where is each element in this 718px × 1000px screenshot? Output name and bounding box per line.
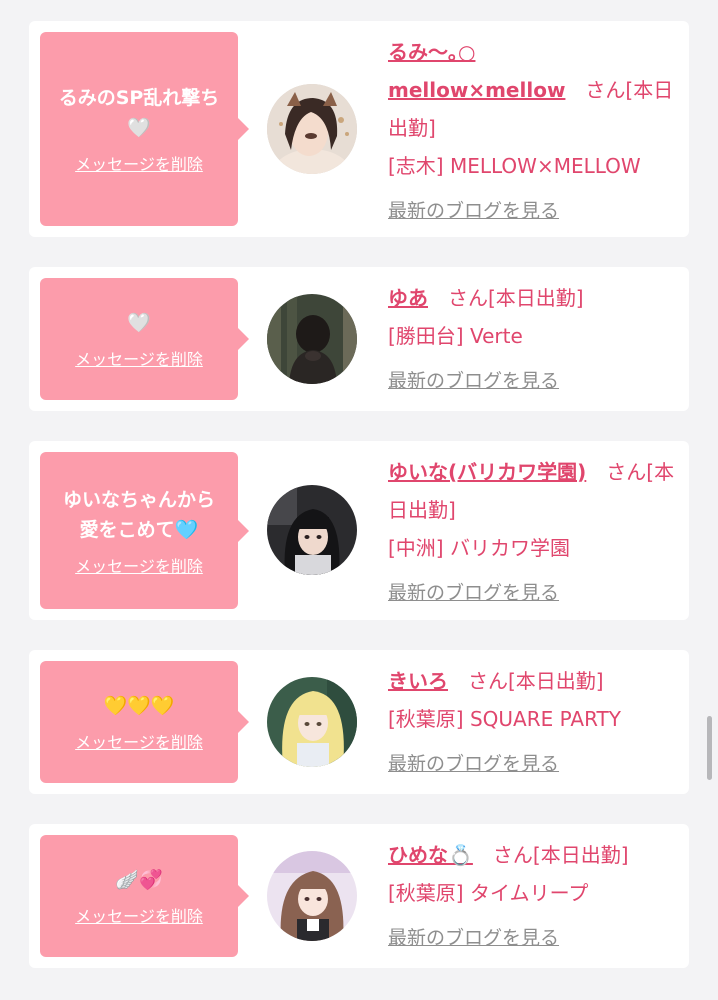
latest-blog-link[interactable]: 最新のブログを見る xyxy=(388,200,559,222)
message-bubble: るみのSP乱れ撃ち 🤍 メッセージを削除 xyxy=(40,32,249,226)
cast-info: ひめな💍 さん[本日出勤] [秋葉原] タイムリープ 最新のブログを見る xyxy=(388,836,678,957)
shop-name: [秋葉原] SQUARE PARTY xyxy=(388,707,621,731)
message-text: 💛💛💛 xyxy=(103,695,175,717)
avatar[interactable] xyxy=(267,851,357,941)
latest-blog-link[interactable]: 最新のブログを見る xyxy=(388,927,559,949)
cast-name-link[interactable]: ゆあ xyxy=(388,286,428,310)
list-item: るみのSP乱れ撃ち 🤍 メッセージを削除 るみ〜｡○ mellow×mellow… xyxy=(29,21,689,237)
delete-message-link[interactable]: メッセージを削除 xyxy=(75,346,203,370)
cast-name-link[interactable]: ゆいな(バリカワ学園) xyxy=(388,460,586,484)
shop-name: [秋葉原] タイムリープ xyxy=(388,881,589,905)
latest-blog-link[interactable]: 最新のブログを見る xyxy=(388,582,559,604)
delete-message-link[interactable]: メッセージを削除 xyxy=(75,151,203,175)
message-text: るみのSP乱れ撃ち 🤍 xyxy=(58,87,220,139)
attendance-status: さん[本日出勤] xyxy=(468,669,604,693)
cast-info: きいろ さん[本日出勤] [秋葉原] SQUARE PARTY 最新のブログを見… xyxy=(388,662,678,783)
scrollbar[interactable] xyxy=(707,716,712,780)
cast-info: ゆいな(バリカワ学園) さん[本日出勤] [中洲] バリカワ学園 最新のブログを… xyxy=(388,453,678,612)
latest-blog-link[interactable]: 最新のブログを見る xyxy=(388,370,559,392)
message-text: 🤍 xyxy=(127,312,151,334)
message-list-page: るみのSP乱れ撃ち 🤍 メッセージを削除 るみ〜｡○ mellow×mellow… xyxy=(0,0,718,1000)
shop-name: [中洲] バリカワ学園 xyxy=(388,536,570,560)
cast-info: ゆあ さん[本日出勤] [勝田台] Verte 最新のブログを見る xyxy=(388,279,678,400)
delete-message-link[interactable]: メッセージを削除 xyxy=(75,903,203,927)
message-bubble: 🤍 メッセージを削除 xyxy=(40,278,249,400)
attendance-status: さん[本日出勤] xyxy=(492,843,629,867)
delete-message-link[interactable]: メッセージを削除 xyxy=(75,553,203,577)
cast-name-link[interactable]: るみ〜｡○ xyxy=(388,40,475,64)
shop-name: [志木] MELLOW×MELLOW xyxy=(388,154,641,178)
cast-name-link[interactable]: mellow×mellow xyxy=(388,78,565,102)
list-item: 💛💛💛 メッセージを削除 きいろ さん[本日出勤] [秋葉原] SQUARE P… xyxy=(29,650,689,794)
message-bubble: 💛💛💛 メッセージを削除 xyxy=(40,661,249,783)
list-item: 🤍 メッセージを削除 ゆあ さん[本日出勤] [勝田台] Verte 最新のブロ… xyxy=(29,267,689,411)
list-item: ゆいなちゃんから 愛をこめて🩵 メッセージを削除 ゆいな(バリカワ学園) さん[… xyxy=(29,441,689,620)
message-bubble: ゆいなちゃんから 愛をこめて🩵 メッセージを削除 xyxy=(40,452,249,609)
avatar[interactable] xyxy=(267,677,357,767)
avatar[interactable] xyxy=(267,485,357,575)
cast-name-link[interactable]: ひめな💍 xyxy=(388,843,473,867)
list-item: 🪽💞 メッセージを削除 ひめな💍 さん[本日出勤] [秋葉原] タイムリープ 最… xyxy=(29,824,689,968)
attendance-status: さん[本日出勤] xyxy=(448,286,584,310)
latest-blog-link[interactable]: 最新のブログを見る xyxy=(388,753,559,775)
message-text: ゆいなちゃんから 愛をこめて🩵 xyxy=(62,488,215,541)
delete-message-link[interactable]: メッセージを削除 xyxy=(75,729,203,753)
cast-info: るみ〜｡○ mellow×mellow さん[本日出勤] [志木] MELLOW… xyxy=(388,33,678,230)
cast-name-link[interactable]: きいろ xyxy=(388,669,448,693)
message-bubble: 🪽💞 メッセージを削除 xyxy=(40,835,249,957)
shop-name: [勝田台] Verte xyxy=(388,324,523,348)
message-text: 🪽💞 xyxy=(115,869,163,891)
avatar[interactable] xyxy=(267,84,357,174)
avatar[interactable] xyxy=(267,294,357,384)
